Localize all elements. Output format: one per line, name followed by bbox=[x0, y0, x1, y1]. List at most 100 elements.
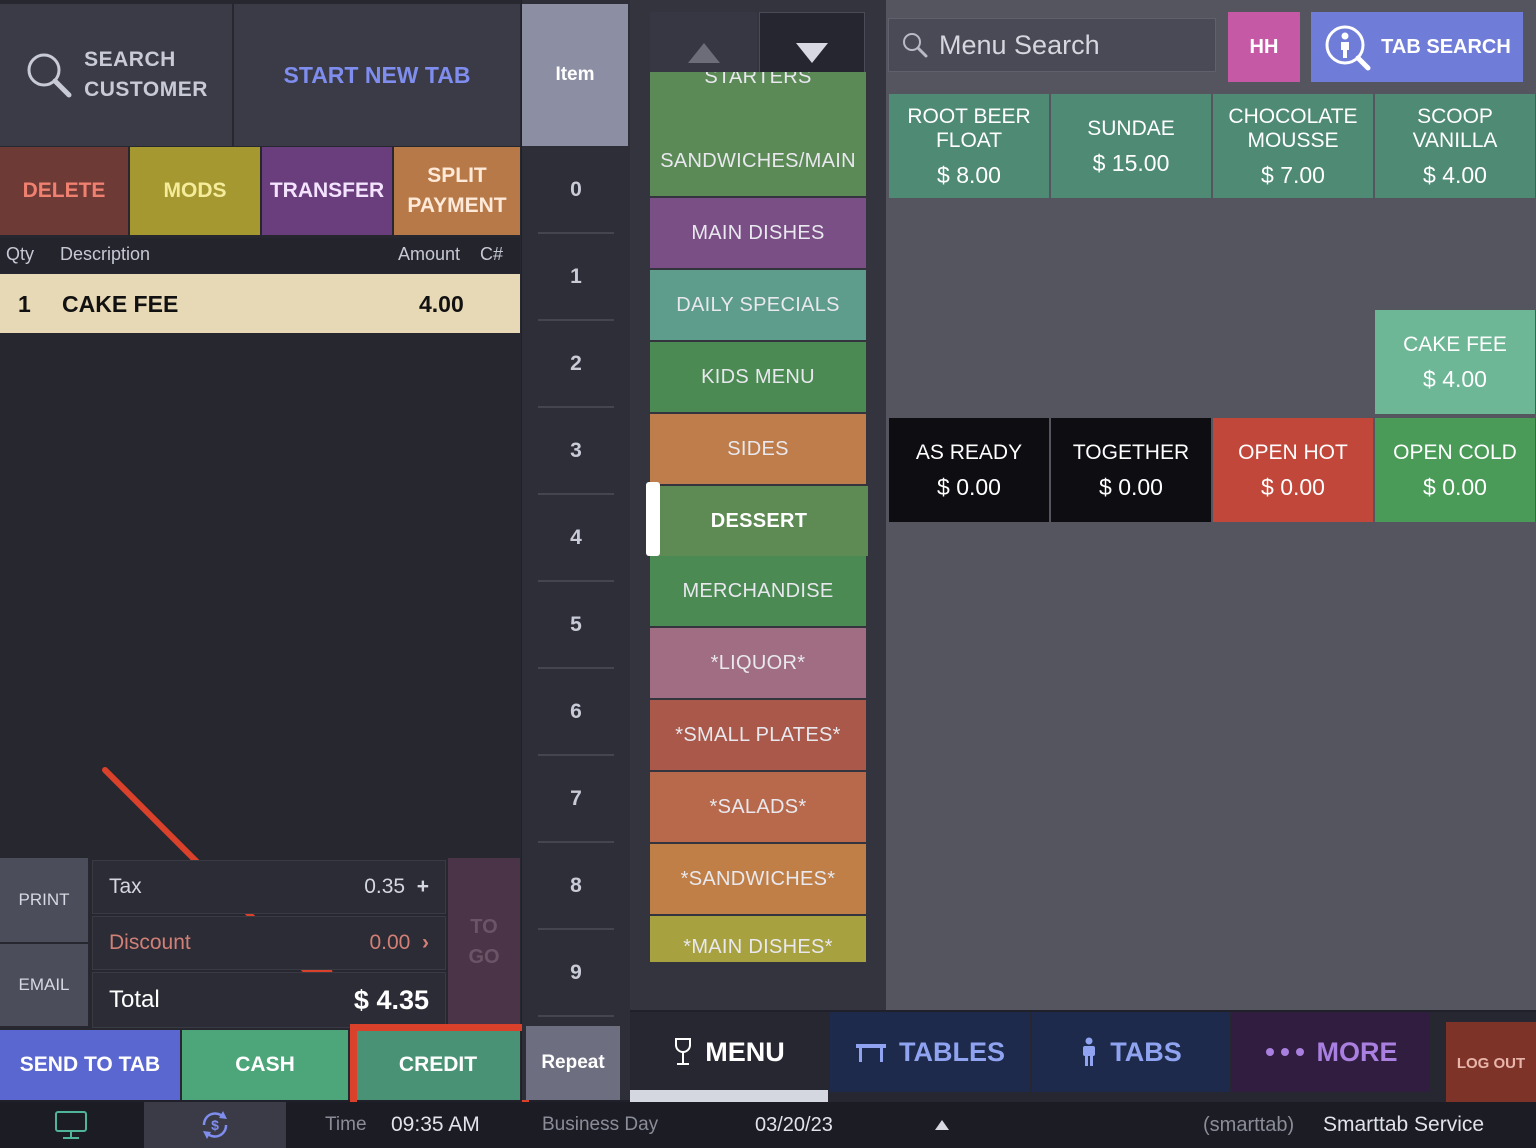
start-new-tab-button[interactable]: START NEW TAB bbox=[234, 4, 520, 146]
search-customer-button[interactable]: SEARCH CUSTOMER bbox=[0, 4, 232, 146]
keypad-key-6[interactable]: 6 bbox=[538, 670, 614, 756]
menu-item-open-hot[interactable]: OPEN HOT $ 0.00 bbox=[1213, 418, 1373, 522]
send-to-tab-button[interactable]: SEND TO TAB bbox=[0, 1030, 180, 1100]
category-main-dishes[interactable]: *MAIN DISHES* bbox=[650, 916, 866, 962]
menu-item-price: $ 0.00 bbox=[1261, 474, 1325, 500]
terminal-button[interactable] bbox=[0, 1102, 142, 1148]
menu-item-together[interactable]: TOGETHER $ 0.00 bbox=[1051, 418, 1211, 522]
category-sandwiches[interactable]: *SANDWICHES* bbox=[650, 844, 866, 914]
category-merchandise[interactable]: MERCHANDISE bbox=[650, 556, 866, 626]
menu-item-price: $ 15.00 bbox=[1092, 150, 1170, 176]
menu-item-price: $ 8.00 bbox=[937, 162, 1001, 188]
order-line-item[interactable]: 1 CAKE FEE 4.00 bbox=[0, 274, 520, 333]
discount-label: Discount bbox=[109, 931, 191, 954]
menu-item-sundae[interactable]: SUNDAE $ 15.00 bbox=[1051, 94, 1211, 198]
search-icon bbox=[903, 33, 928, 58]
to-go-button[interactable]: TO GO bbox=[448, 858, 520, 1026]
keypad-key-3[interactable]: 3 bbox=[538, 409, 614, 495]
mods-button[interactable]: MODS bbox=[130, 147, 260, 235]
keypad-key-4[interactable]: 4 bbox=[538, 496, 614, 582]
menu-item-name-line-2: FLOAT bbox=[935, 129, 1003, 152]
to-go-label-1: TO bbox=[470, 916, 498, 938]
menu-item-open-cold[interactable]: OPEN COLD $ 0.00 bbox=[1375, 418, 1535, 522]
time-value: 09:35 AM bbox=[391, 1113, 480, 1136]
menu-item-name: SUNDAE bbox=[1087, 117, 1175, 140]
keypad-key-1[interactable]: 1 bbox=[538, 235, 614, 321]
keypad-key-0[interactable]: 0 bbox=[538, 148, 614, 234]
keypad-key-5[interactable]: 5 bbox=[538, 583, 614, 669]
menu-item-price: $ 0.00 bbox=[1099, 474, 1163, 500]
tax-row[interactable]: Tax 0.35 + bbox=[92, 860, 446, 914]
caret-up-icon[interactable] bbox=[935, 1102, 949, 1148]
nav-tabs-tab[interactable]: TABS bbox=[1032, 1012, 1230, 1092]
item-mode-button[interactable]: Item bbox=[522, 4, 628, 146]
category-salads[interactable]: *SALADS* bbox=[650, 772, 866, 842]
menu-item-price: $ 0.00 bbox=[937, 474, 1001, 500]
time-label: Time bbox=[325, 1114, 367, 1135]
category-liquor[interactable]: *LIQUOR* bbox=[650, 628, 866, 698]
split-payment-button[interactable]: SPLIT PAYMENT bbox=[394, 147, 520, 235]
menu-item-name: SCOOP bbox=[1417, 105, 1493, 128]
print-button[interactable]: PRINT bbox=[0, 858, 88, 942]
category-sides[interactable]: SIDES bbox=[650, 414, 866, 484]
menu-item-name: TOGETHER bbox=[1072, 441, 1190, 464]
nav-menu-tab[interactable]: MENU bbox=[630, 1012, 828, 1092]
email-button[interactable]: EMAIL bbox=[0, 944, 88, 1026]
menu-item-name: CHOCOLATE bbox=[1228, 105, 1358, 128]
menu-item-price: $ 7.00 bbox=[1261, 162, 1325, 188]
triangle-down-icon bbox=[796, 43, 828, 63]
category-starters[interactable]: STARTERS bbox=[650, 72, 866, 126]
happy-hour-button[interactable]: HH bbox=[1228, 12, 1300, 82]
menu-item-cake-fee[interactable]: CAKE FEE $ 4.00 bbox=[1375, 310, 1535, 414]
menu-item-name-line-2: MOUSSE bbox=[1247, 129, 1339, 152]
menu-item-name: CAKE FEE bbox=[1403, 333, 1507, 356]
log-out-button[interactable]: LOG OUT bbox=[1446, 1022, 1536, 1104]
sync-button[interactable]: $ bbox=[144, 1102, 286, 1148]
transfer-button[interactable]: TRANSFER bbox=[262, 147, 392, 235]
total-value: $ 4.35 bbox=[353, 984, 429, 1015]
menu-item-name: OPEN COLD bbox=[1393, 441, 1517, 464]
search-customer-label-1: SEARCH bbox=[84, 48, 176, 71]
split-payment-label-2: PAYMENT bbox=[407, 194, 507, 217]
nav-tabs-label: TABS bbox=[1110, 1036, 1182, 1067]
credit-highlight-box bbox=[350, 1024, 529, 1113]
menu-item-name-line-2: VANILLA bbox=[1412, 129, 1498, 152]
menu-item-as-ready[interactable]: AS READY $ 0.00 bbox=[889, 418, 1049, 522]
chevron-right-icon: › bbox=[422, 931, 429, 954]
cash-button[interactable]: CASH bbox=[182, 1030, 348, 1100]
tab-search-label: TAB SEARCH bbox=[1381, 35, 1511, 58]
discount-row[interactable]: Discount 0.00 › bbox=[92, 916, 446, 970]
amount-header: Amount bbox=[398, 244, 461, 264]
menu-item-root-beer-float[interactable]: ROOT BEER FLOAT $ 8.00 bbox=[889, 94, 1049, 198]
tab-search-button[interactable]: TAB SEARCH bbox=[1311, 12, 1523, 82]
tax-label: Tax bbox=[109, 875, 142, 898]
menu-item-scoop-vanilla[interactable]: SCOOP VANILLA $ 4.00 bbox=[1375, 94, 1535, 198]
nav-tables-tab[interactable]: TABLES bbox=[830, 1012, 1030, 1092]
category-daily-specials[interactable]: DAILY SPECIALS bbox=[650, 270, 866, 340]
menu-item-name: AS READY bbox=[915, 441, 1023, 464]
menu-item-chocolate-mousse[interactable]: CHOCOLATE MOUSSE $ 7.00 bbox=[1213, 94, 1373, 198]
keypad-key-2[interactable]: 2 bbox=[538, 322, 614, 408]
repeat-button[interactable]: Repeat bbox=[526, 1026, 620, 1100]
category-sandwiches-main[interactable]: SANDWICHES/MAIN bbox=[650, 126, 866, 196]
category-dessert[interactable]: DESSERT bbox=[650, 486, 868, 556]
split-payment-label-1: SPLIT bbox=[427, 164, 487, 187]
keypad-key-7[interactable]: 7 bbox=[538, 757, 614, 843]
add-tax-icon[interactable]: + bbox=[417, 875, 429, 898]
menu-search-placeholder: Menu Search bbox=[939, 29, 1100, 60]
to-go-label-2: GO bbox=[468, 946, 500, 968]
keypad-key-8[interactable]: 8 bbox=[538, 844, 614, 930]
keypad-key-9[interactable]: 9 bbox=[538, 931, 614, 1017]
triangle-up-icon bbox=[687, 43, 720, 63]
delete-button[interactable]: DELETE bbox=[0, 147, 128, 235]
menu-item-price: $ 0.00 bbox=[1423, 474, 1487, 500]
svg-text:$: $ bbox=[211, 1117, 219, 1133]
category-kids-menu[interactable]: KIDS MENU bbox=[650, 342, 866, 412]
person-search-icon bbox=[1325, 25, 1371, 71]
nav-more-tab[interactable]: MORE bbox=[1232, 1012, 1430, 1092]
category-main-dishes[interactable]: MAIN DISHES bbox=[650, 198, 866, 268]
sync-dollar-icon: $ bbox=[202, 1111, 228, 1139]
check-number-header: C# bbox=[480, 244, 504, 264]
category-small-plates[interactable]: *SMALL PLATES* bbox=[650, 700, 866, 770]
menu-search-input[interactable]: Menu Search bbox=[888, 18, 1216, 72]
